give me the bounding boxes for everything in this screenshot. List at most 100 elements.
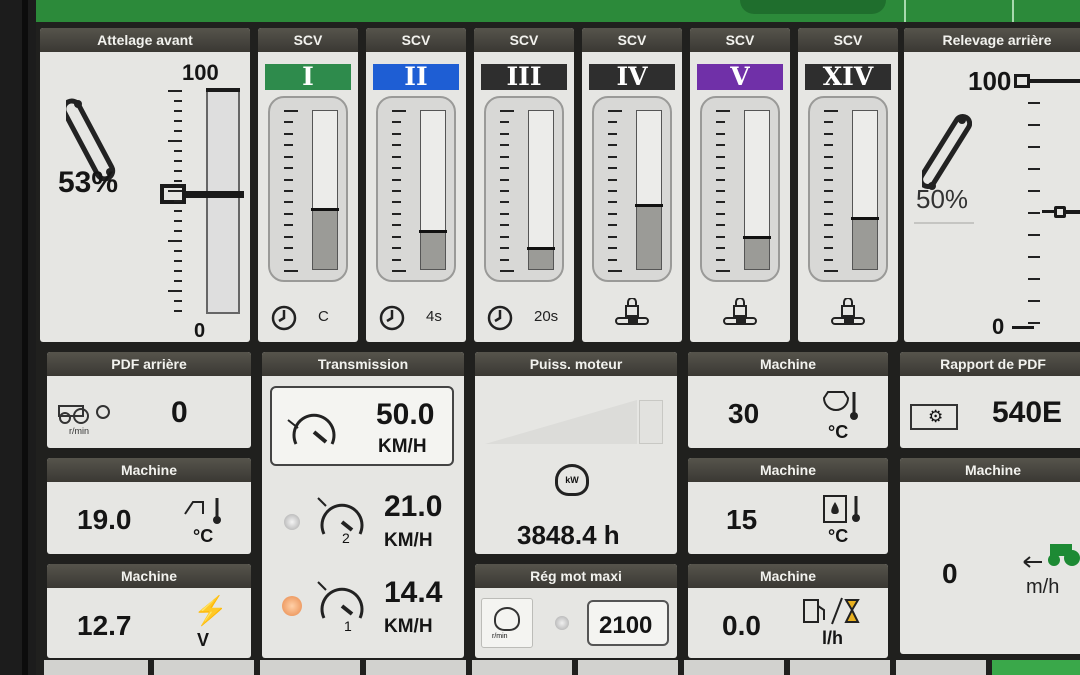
pto-rear-panel[interactable]: PDF arrière r/min 0	[47, 352, 251, 448]
lightning-icon: ⚡	[193, 595, 228, 626]
scv-flow-gauge[interactable]	[808, 96, 888, 282]
transmission-panel[interactable]: Transmission 50.0 KM/H 2 21.0 KM/H 1 14.…	[262, 352, 464, 658]
timer-icon	[270, 304, 298, 332]
machine-volt-value: 12.7	[77, 610, 132, 641]
scv-label: III	[481, 64, 567, 90]
front-hitch-slider-handle[interactable]	[160, 184, 244, 206]
hydraulic-temp-icon	[823, 495, 860, 523]
scale-tick	[284, 167, 293, 170]
top-check-button-1[interactable]	[904, 0, 1014, 22]
scale-tick	[824, 132, 833, 135]
machine-speed-panel[interactable]: Machine 0 m/h	[900, 458, 1080, 654]
machine-fuel-panel[interactable]: Machine 0.0 l/h	[688, 564, 888, 658]
reg-mot-engine-button[interactable]: r/min	[481, 598, 533, 648]
scv-flow-gauge[interactable]	[484, 96, 564, 282]
scv-scale	[608, 110, 622, 272]
bottom-bar-4[interactable]	[366, 660, 466, 675]
scale-tick	[500, 224, 509, 227]
scv-scale	[392, 110, 406, 272]
bottom-bar-6[interactable]	[578, 660, 678, 675]
machine-volt-panel[interactable]: Machine 12.7 ⚡ V	[47, 564, 251, 658]
scv-body: IV	[582, 52, 682, 342]
gear2-number: 2	[342, 530, 350, 546]
bottom-bar-green[interactable]	[992, 660, 1080, 675]
scv-title: SCV	[258, 28, 358, 52]
rear-hitch-panel[interactable]: Relevage arrière 100 50% 0	[904, 28, 1080, 342]
current-speed-unit: KM/H	[378, 436, 427, 457]
engine-power-panel[interactable]: Puiss. moteur kW 3848.4 h	[475, 352, 677, 554]
reg-mot-unit: r/min	[492, 633, 508, 640]
scv-panel[interactable]: SCV V	[690, 28, 790, 342]
scale-tick	[284, 178, 293, 181]
scv-flow-marker	[419, 229, 447, 233]
scale-tick	[500, 270, 514, 272]
scv-flow-gauge[interactable]	[268, 96, 348, 282]
bottom-bar-5[interactable]	[472, 660, 572, 675]
scale-tick	[174, 120, 182, 122]
rear-hitch-min: 0	[992, 314, 1005, 339]
bottom-bar-3[interactable]	[260, 660, 360, 675]
lock-coupler-icon	[828, 297, 868, 335]
bottom-bar-7[interactable]	[684, 660, 784, 675]
top-pill-button[interactable]	[740, 0, 886, 14]
gear2-indicator	[284, 514, 300, 530]
front-hitch-panel[interactable]: Attelage avant 53% 100 0	[40, 28, 250, 342]
scv-panel[interactable]: SCV I C	[258, 28, 358, 342]
scale-tick	[608, 110, 622, 112]
bottom-bar-8[interactable]	[790, 660, 890, 675]
timer-icon	[378, 304, 406, 332]
scv-body: II 4s	[366, 52, 466, 342]
scale-tick	[608, 201, 617, 204]
scv-flow-gauge[interactable]	[700, 96, 780, 282]
bottom-bar-9[interactable]	[896, 660, 986, 675]
scv-flow-gauge[interactable]	[592, 96, 672, 282]
scv-panel[interactable]: SCV II 4s	[366, 28, 466, 342]
scale-tick	[392, 178, 401, 181]
scv-flow-marker	[527, 247, 555, 251]
engine-temp-icon	[822, 391, 858, 420]
scale-tick	[392, 258, 401, 261]
scale-tick	[174, 270, 182, 272]
scv-scale	[824, 110, 838, 272]
scale-tick	[716, 132, 725, 135]
current-speed-box[interactable]: 50.0 KM/H	[270, 386, 454, 466]
scv-panel[interactable]: SCV XIV	[798, 28, 898, 342]
machine-temp2-panel[interactable]: Machine 19.0 °C	[47, 458, 251, 554]
scale-tick	[168, 190, 182, 192]
top-check-button-2[interactable]	[1020, 0, 1080, 22]
pto-ratio-panel[interactable]: Rapport de PDF ⚙ 540E	[900, 352, 1080, 448]
reg-mot-value-box[interactable]: 2100	[587, 600, 669, 646]
scale-tick	[284, 224, 293, 227]
scale-tick	[608, 270, 622, 272]
scale-tick	[608, 155, 617, 158]
bottom-bar-1[interactable]	[44, 660, 148, 675]
timer-icon	[486, 304, 514, 332]
scv-panel[interactable]: SCV IV	[582, 28, 682, 342]
machine-temp3-panel[interactable]: Machine 15 °C	[688, 458, 888, 554]
scale-tick	[284, 247, 293, 250]
gear1-speed-value: 14.4	[384, 576, 443, 609]
transmission-title: Transmission	[262, 352, 464, 376]
rear-hitch-slider-handle[interactable]	[1042, 206, 1080, 218]
machine-temp1-panel[interactable]: Machine 30 °C	[688, 352, 888, 448]
bottom-bar-2[interactable]	[154, 660, 254, 675]
reg-mot-panel[interactable]: Rég mot maxi r/min 2100	[475, 564, 677, 658]
scv-flow-level	[745, 238, 769, 269]
scv-flow-marker	[851, 217, 879, 221]
gear1-speedometer-icon	[317, 581, 364, 619]
pto-ratio-value: 540E	[992, 396, 1063, 429]
gear1-indicator[interactable]	[282, 596, 302, 616]
scv-flow-gauge[interactable]	[376, 96, 456, 282]
scv-panel[interactable]: SCV III 20s	[474, 28, 574, 342]
front-hitch-percent: 53%	[58, 166, 119, 199]
scv-scale	[500, 110, 514, 272]
scale-tick	[716, 167, 725, 170]
scale-tick	[824, 258, 833, 261]
scale-tick	[174, 100, 182, 102]
rear-hitch-divider	[914, 222, 974, 224]
scv-flow-level	[421, 232, 445, 269]
engine-kw-icon: kW	[555, 464, 589, 496]
current-speed-value: 50.0	[376, 398, 435, 431]
scv-timer-value: C	[318, 308, 329, 325]
scale-tick	[608, 190, 617, 192]
